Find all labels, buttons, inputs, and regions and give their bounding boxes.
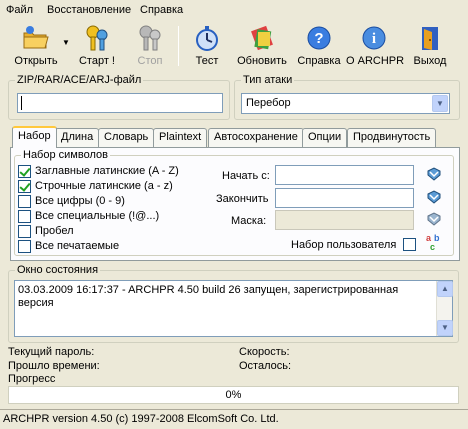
info-icon: i xyxy=(362,26,386,50)
open-dropdown-arrow-icon[interactable]: ▼ xyxy=(62,38,70,47)
checkbox-unchecked[interactable] xyxy=(18,225,31,238)
archive-file-label: ZIP/RAR/ACE/ARJ-файл xyxy=(17,74,142,86)
checkbox-unchecked[interactable] xyxy=(18,240,31,253)
test-button[interactable]: Тест xyxy=(184,22,230,70)
keys-icon xyxy=(86,25,108,51)
charset-group-label: Набор символов xyxy=(23,149,108,161)
menu-help[interactable]: Справка xyxy=(140,4,183,16)
tab-length[interactable]: Длина xyxy=(55,128,100,147)
start-button[interactable]: Старт ! xyxy=(72,22,122,70)
abc-charset-icon[interactable]: a b c xyxy=(424,232,444,252)
open-button[interactable]: Открыть xyxy=(6,22,66,70)
end-at-input[interactable] xyxy=(275,188,414,208)
archive-file-input[interactable] xyxy=(17,93,223,113)
toolbar-separator xyxy=(178,26,179,66)
user-charset-label: Набор пользователя xyxy=(291,239,397,251)
tab-dictionary[interactable]: Словарь xyxy=(98,128,155,147)
menu-bar: Файл Восстановление Справка xyxy=(0,0,468,20)
about-button[interactable]: i О ARCHPR xyxy=(346,22,404,70)
exit-button[interactable]: Выход xyxy=(408,22,452,70)
status-log-scrollbar[interactable]: ▲ ▼ xyxy=(436,281,453,336)
status-log-text: 03.03.2009 16:17:37 - ARCHPR 4.50 build … xyxy=(18,284,399,309)
progress-bar: 0% xyxy=(8,386,459,404)
exit-door-icon xyxy=(422,27,438,50)
start-from-input[interactable] xyxy=(275,165,414,185)
update-button[interactable]: Обновить xyxy=(232,22,292,70)
tab-plaintext[interactable]: Plaintext xyxy=(153,128,208,147)
open-folder-icon xyxy=(23,26,49,49)
svg-text:i: i xyxy=(372,31,376,47)
attack-type-value: Перебор xyxy=(246,97,291,109)
tab-options[interactable]: Опции xyxy=(302,128,348,147)
status-window-label: Окно состояния xyxy=(17,264,99,276)
stop-button[interactable]: Стоп xyxy=(126,22,174,70)
stopwatch-icon xyxy=(196,26,218,51)
mask-picker-icon[interactable] xyxy=(425,210,443,228)
start-from-picker-icon[interactable] xyxy=(425,165,443,183)
status-log[interactable]: 03.03.2009 16:17:37 - ARCHPR 4.50 build … xyxy=(14,280,453,337)
svg-text:c: c xyxy=(430,242,435,252)
svg-text:?: ? xyxy=(314,30,323,47)
attack-type-select[interactable]: Перебор ▼ xyxy=(241,93,450,114)
toolbar: Открыть ▼ Старт ! Стоп Тест Обновить ? С… xyxy=(0,20,468,72)
checkbox-checked[interactable] xyxy=(18,165,31,178)
mask-input[interactable] xyxy=(275,210,414,230)
progress-label: Прогресс xyxy=(8,373,56,385)
update-icon xyxy=(251,25,273,51)
start-from-label: Начать с: xyxy=(222,170,270,182)
status-bar: ARCHPR version 4.50 (c) 1997-2008 ElcomS… xyxy=(0,409,468,429)
help-button[interactable]: ? Справка xyxy=(292,22,346,70)
elapsed-time-label: Прошло времени: xyxy=(8,360,100,372)
attack-type-label: Тип атаки xyxy=(243,74,293,86)
stop-keys-icon xyxy=(139,25,161,51)
remaining-label: Осталось: xyxy=(239,360,292,372)
user-charset-checkbox[interactable] xyxy=(403,238,416,251)
chevron-down-icon[interactable]: ▼ xyxy=(432,95,448,112)
help-icon: ? xyxy=(307,26,331,50)
checkbox-unchecked[interactable] xyxy=(18,195,31,208)
progress-percent: 0% xyxy=(225,389,242,401)
tab-charset[interactable]: Набор xyxy=(12,126,57,148)
text-caret xyxy=(21,96,22,110)
mask-label: Маска: xyxy=(231,215,267,227)
current-password-label: Текущий пароль: xyxy=(8,346,95,358)
tab-advanced[interactable]: Продвинутость xyxy=(347,128,437,147)
end-at-label: Закончить xyxy=(216,193,269,205)
scroll-up-icon[interactable]: ▲ xyxy=(437,281,453,297)
checkbox-checked[interactable] xyxy=(18,180,31,193)
tab-autosave[interactable]: Автосохранение xyxy=(208,128,304,147)
scroll-down-icon[interactable]: ▼ xyxy=(437,320,453,336)
speed-label: Скорость: xyxy=(239,346,290,358)
menu-recovery[interactable]: Восстановление xyxy=(47,4,131,16)
menu-file[interactable]: Файл xyxy=(6,4,33,16)
checkbox-unchecked[interactable] xyxy=(18,210,31,223)
end-at-picker-icon[interactable] xyxy=(425,188,443,206)
